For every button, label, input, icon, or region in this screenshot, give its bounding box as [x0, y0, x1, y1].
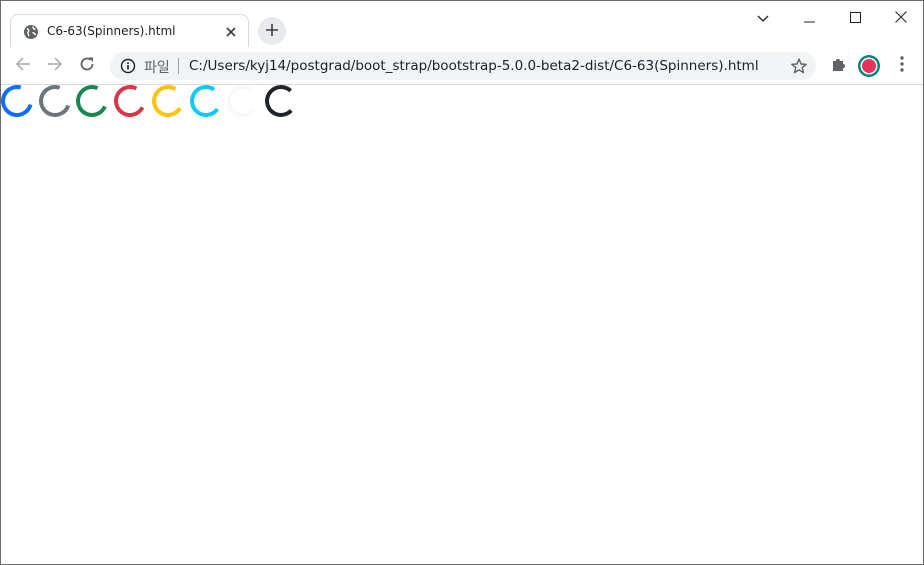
spinner-light	[225, 83, 261, 119]
close-icon	[895, 8, 907, 27]
reload-button[interactable]	[75, 54, 99, 78]
profile-avatar[interactable]	[857, 54, 881, 78]
back-arrow-icon	[15, 56, 31, 76]
browser-window: C6-63(Spinners).html 파일 C:/Users/kyj14/p…	[0, 0, 924, 565]
page-content	[1, 79, 923, 564]
star-icon[interactable]	[790, 57, 808, 75]
browser-tab[interactable]: C6-63(Spinners).html	[10, 14, 249, 48]
maximize-icon	[849, 8, 861, 27]
chevron-down-icon	[757, 8, 769, 27]
tab-search-button[interactable]	[740, 5, 786, 29]
url-text[interactable]: C:/Users/kyj14/postgrad/boot_strap/boots…	[189, 58, 759, 74]
extensions-button[interactable]	[827, 54, 851, 78]
scheme-label: 파일	[144, 60, 170, 76]
spinner-success	[71, 80, 113, 122]
maximize-button[interactable]	[832, 5, 878, 29]
spinner-dark	[264, 84, 298, 118]
spinner-danger	[109, 80, 151, 122]
back-button[interactable]	[11, 54, 35, 78]
reload-icon	[79, 56, 95, 76]
plus-icon	[265, 22, 279, 41]
tab-strip: C6-63(Spinners).html	[1, 1, 923, 48]
address-bar[interactable]: 파일 C:/Users/kyj14/postgrad/boot_strap/bo…	[110, 52, 816, 80]
close-window-button[interactable]	[878, 5, 923, 29]
browser-menu-button[interactable]	[890, 54, 914, 78]
minimize-icon	[803, 8, 815, 27]
forward-button[interactable]	[43, 54, 67, 78]
info-icon[interactable]	[120, 58, 136, 74]
spinner-secondary	[33, 79, 77, 123]
spinner-primary	[1, 79, 39, 123]
forward-arrow-icon	[47, 56, 63, 76]
spinner-info	[187, 82, 225, 120]
kebab-menu-icon	[900, 56, 904, 76]
minimize-button[interactable]	[786, 5, 832, 29]
tab-close-icon[interactable]	[222, 23, 240, 41]
browser-toolbar: 파일 C:/Users/kyj14/postgrad/boot_strap/bo…	[1, 47, 923, 85]
tab-title: C6-63(Spinners).html	[47, 24, 176, 38]
new-tab-button[interactable]	[258, 17, 286, 45]
puzzle-icon	[830, 55, 848, 77]
spinner-warning	[148, 81, 188, 121]
globe-icon	[23, 24, 39, 40]
omnibox-divider	[178, 58, 179, 74]
